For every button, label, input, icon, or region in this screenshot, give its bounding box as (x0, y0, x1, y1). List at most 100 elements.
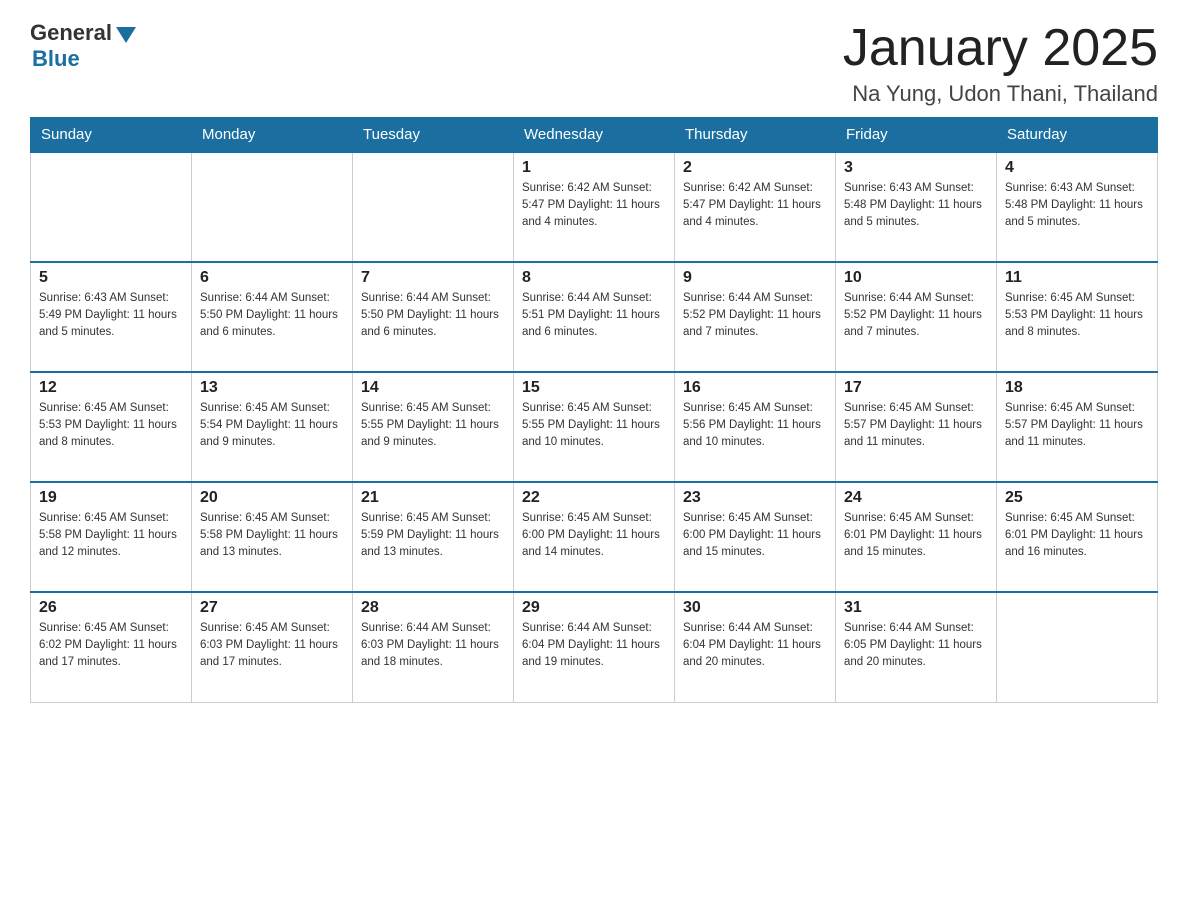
day-info: Sunrise: 6:45 AM Sunset: 6:00 PM Dayligh… (683, 510, 827, 560)
day-info: Sunrise: 6:45 AM Sunset: 6:00 PM Dayligh… (522, 510, 666, 560)
day-info: Sunrise: 6:44 AM Sunset: 5:50 PM Dayligh… (361, 290, 505, 340)
day-number: 8 (522, 269, 666, 287)
calendar-cell: 20 Sunrise: 6:45 AM Sunset: 5:58 PM Dayli… (192, 482, 353, 592)
day-info: Sunrise: 6:43 AM Sunset: 5:48 PM Dayligh… (1005, 180, 1149, 230)
calendar-header-sunday: Sunday (31, 118, 192, 153)
day-number: 29 (522, 599, 666, 617)
day-number: 21 (361, 489, 505, 507)
calendar-cell (31, 152, 192, 262)
day-info: Sunrise: 6:45 AM Sunset: 5:58 PM Dayligh… (39, 510, 183, 560)
day-info: Sunrise: 6:45 AM Sunset: 5:53 PM Dayligh… (1005, 290, 1149, 340)
day-info: Sunrise: 6:45 AM Sunset: 5:57 PM Dayligh… (844, 400, 988, 450)
day-info: Sunrise: 6:44 AM Sunset: 5:52 PM Dayligh… (844, 290, 988, 340)
day-info: Sunrise: 6:45 AM Sunset: 6:02 PM Dayligh… (39, 620, 183, 670)
day-info: Sunrise: 6:43 AM Sunset: 5:49 PM Dayligh… (39, 290, 183, 340)
logo-arrow-icon (116, 27, 136, 43)
calendar-table: SundayMondayTuesdayWednesdayThursdayFrid… (30, 117, 1158, 703)
day-number: 9 (683, 269, 827, 287)
day-info: Sunrise: 6:45 AM Sunset: 5:53 PM Dayligh… (39, 400, 183, 450)
day-number: 12 (39, 379, 183, 397)
day-number: 30 (683, 599, 827, 617)
calendar-week-row: 12 Sunrise: 6:45 AM Sunset: 5:53 PM Dayli… (31, 372, 1158, 482)
logo: General Blue (30, 20, 136, 72)
calendar-cell: 29 Sunrise: 6:44 AM Sunset: 6:04 PM Dayli… (514, 592, 675, 702)
calendar-cell (192, 152, 353, 262)
day-number: 3 (844, 159, 988, 177)
day-number: 5 (39, 269, 183, 287)
calendar-header-thursday: Thursday (675, 118, 836, 153)
day-number: 16 (683, 379, 827, 397)
calendar-cell: 22 Sunrise: 6:45 AM Sunset: 6:00 PM Dayli… (514, 482, 675, 592)
location-title: Na Yung, Udon Thani, Thailand (843, 81, 1158, 107)
day-number: 2 (683, 159, 827, 177)
calendar-cell (353, 152, 514, 262)
day-number: 13 (200, 379, 344, 397)
day-info: Sunrise: 6:44 AM Sunset: 6:04 PM Dayligh… (522, 620, 666, 670)
day-number: 10 (844, 269, 988, 287)
calendar-cell: 16 Sunrise: 6:45 AM Sunset: 5:56 PM Dayli… (675, 372, 836, 482)
page-header: General Blue January 2025 Na Yung, Udon … (30, 20, 1158, 107)
calendar-cell: 28 Sunrise: 6:44 AM Sunset: 6:03 PM Dayli… (353, 592, 514, 702)
calendar-cell: 13Sunrise: 6:45 AM Sunset: 5:54 PM Dayli… (192, 372, 353, 482)
calendar-cell: 5 Sunrise: 6:43 AM Sunset: 5:49 PM Daylig… (31, 262, 192, 372)
title-area: January 2025 Na Yung, Udon Thani, Thaila… (843, 20, 1158, 107)
calendar-cell: 18Sunrise: 6:45 AM Sunset: 5:57 PM Dayli… (997, 372, 1158, 482)
calendar-cell: 23Sunrise: 6:45 AM Sunset: 6:00 PM Dayli… (675, 482, 836, 592)
logo-general-text: General (30, 20, 112, 46)
day-info: Sunrise: 6:45 AM Sunset: 5:59 PM Dayligh… (361, 510, 505, 560)
calendar-cell: 12 Sunrise: 6:45 AM Sunset: 5:53 PM Dayli… (31, 372, 192, 482)
day-number: 27 (200, 599, 344, 617)
calendar-header-friday: Friday (836, 118, 997, 153)
calendar-week-row: 1Sunrise: 6:42 AM Sunset: 5:47 PM Daylig… (31, 152, 1158, 262)
calendar-cell: 17Sunrise: 6:45 AM Sunset: 5:57 PM Dayli… (836, 372, 997, 482)
calendar-cell: 11 Sunrise: 6:45 AM Sunset: 5:53 PM Dayli… (997, 262, 1158, 372)
day-number: 14 (361, 379, 505, 397)
calendar-cell: 15Sunrise: 6:45 AM Sunset: 5:55 PM Dayli… (514, 372, 675, 482)
calendar-cell: 4 Sunrise: 6:43 AM Sunset: 5:48 PM Daylig… (997, 152, 1158, 262)
day-info: Sunrise: 6:45 AM Sunset: 6:03 PM Dayligh… (200, 620, 344, 670)
day-number: 26 (39, 599, 183, 617)
day-info: Sunrise: 6:42 AM Sunset: 5:47 PM Dayligh… (683, 180, 827, 230)
day-info: Sunrise: 6:45 AM Sunset: 5:56 PM Dayligh… (683, 400, 827, 450)
day-info: Sunrise: 6:45 AM Sunset: 6:01 PM Dayligh… (1005, 510, 1149, 560)
calendar-cell: 6 Sunrise: 6:44 AM Sunset: 5:50 PM Daylig… (192, 262, 353, 372)
calendar-cell: 1Sunrise: 6:42 AM Sunset: 5:47 PM Daylig… (514, 152, 675, 262)
day-number: 24 (844, 489, 988, 507)
day-info: Sunrise: 6:44 AM Sunset: 6:03 PM Dayligh… (361, 620, 505, 670)
calendar-week-row: 5 Sunrise: 6:43 AM Sunset: 5:49 PM Daylig… (31, 262, 1158, 372)
day-number: 22 (522, 489, 666, 507)
calendar-cell: 31Sunrise: 6:44 AM Sunset: 6:05 PM Dayli… (836, 592, 997, 702)
day-info: Sunrise: 6:45 AM Sunset: 5:55 PM Dayligh… (522, 400, 666, 450)
day-info: Sunrise: 6:43 AM Sunset: 5:48 PM Dayligh… (844, 180, 988, 230)
calendar-cell: 24 Sunrise: 6:45 AM Sunset: 6:01 PM Dayli… (836, 482, 997, 592)
day-number: 28 (361, 599, 505, 617)
calendar-cell: 10 Sunrise: 6:44 AM Sunset: 5:52 PM Dayli… (836, 262, 997, 372)
day-number: 18 (1005, 379, 1149, 397)
calendar-cell (997, 592, 1158, 702)
calendar-week-row: 26 Sunrise: 6:45 AM Sunset: 6:02 PM Dayli… (31, 592, 1158, 702)
day-info: Sunrise: 6:44 AM Sunset: 5:51 PM Dayligh… (522, 290, 666, 340)
day-info: Sunrise: 6:44 AM Sunset: 5:50 PM Dayligh… (200, 290, 344, 340)
day-number: 6 (200, 269, 344, 287)
calendar-cell: 14Sunrise: 6:45 AM Sunset: 5:55 PM Dayli… (353, 372, 514, 482)
day-number: 4 (1005, 159, 1149, 177)
day-info: Sunrise: 6:44 AM Sunset: 5:52 PM Dayligh… (683, 290, 827, 340)
calendar-cell: 30 Sunrise: 6:44 AM Sunset: 6:04 PM Dayli… (675, 592, 836, 702)
calendar-cell: 2 Sunrise: 6:42 AM Sunset: 5:47 PM Daylig… (675, 152, 836, 262)
day-info: Sunrise: 6:45 AM Sunset: 5:58 PM Dayligh… (200, 510, 344, 560)
day-number: 20 (200, 489, 344, 507)
day-info: Sunrise: 6:44 AM Sunset: 6:04 PM Dayligh… (683, 620, 827, 670)
calendar-cell: 19Sunrise: 6:45 AM Sunset: 5:58 PM Dayli… (31, 482, 192, 592)
day-number: 7 (361, 269, 505, 287)
month-title: January 2025 (843, 20, 1158, 77)
day-number: 11 (1005, 269, 1149, 287)
day-info: Sunrise: 6:45 AM Sunset: 6:01 PM Dayligh… (844, 510, 988, 560)
calendar-cell: 26 Sunrise: 6:45 AM Sunset: 6:02 PM Dayli… (31, 592, 192, 702)
calendar-header-row: SundayMondayTuesdayWednesdayThursdayFrid… (31, 118, 1158, 153)
calendar-cell: 3 Sunrise: 6:43 AM Sunset: 5:48 PM Daylig… (836, 152, 997, 262)
day-info: Sunrise: 6:44 AM Sunset: 6:05 PM Dayligh… (844, 620, 988, 670)
calendar-cell: 25Sunrise: 6:45 AM Sunset: 6:01 PM Dayli… (997, 482, 1158, 592)
calendar-header-monday: Monday (192, 118, 353, 153)
logo-blue-text: Blue (32, 46, 80, 72)
calendar-cell: 27 Sunrise: 6:45 AM Sunset: 6:03 PM Dayli… (192, 592, 353, 702)
